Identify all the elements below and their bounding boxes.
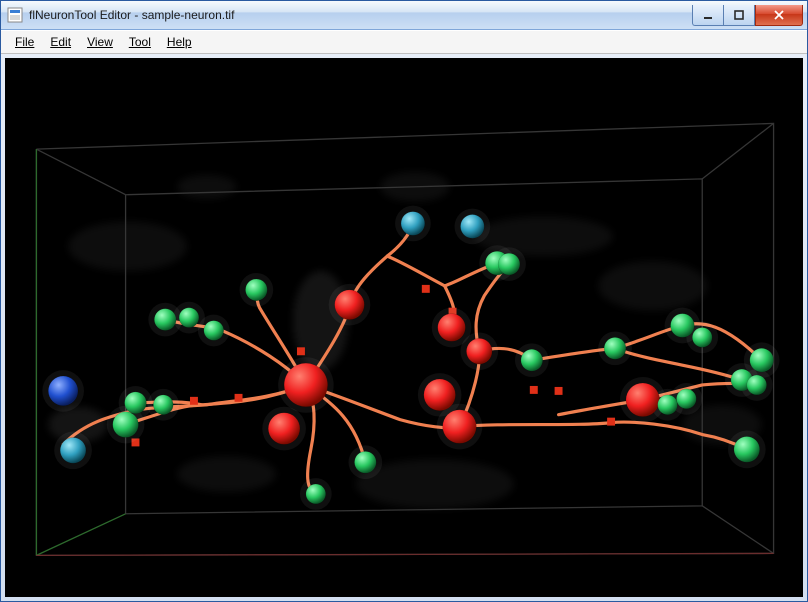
menu-edit[interactable]: Edit — [42, 33, 79, 51]
node-red[interactable] — [443, 410, 477, 444]
node-red[interactable] — [335, 290, 365, 320]
maximize-icon — [733, 9, 745, 21]
node-green[interactable] — [676, 389, 696, 409]
menubar: File Edit View Tool Help — [1, 30, 807, 54]
trace-segment[interactable] — [387, 256, 444, 286]
node-green[interactable] — [750, 348, 774, 372]
window-title: flNeuronTool Editor - sample-neuron.tif — [29, 8, 692, 22]
node-blue[interactable] — [48, 376, 78, 406]
node-red[interactable] — [268, 413, 300, 445]
app-icon — [7, 7, 23, 23]
trace-marker[interactable] — [235, 394, 243, 402]
node-green[interactable] — [113, 412, 139, 438]
trace-marker[interactable] — [190, 397, 198, 405]
node-green[interactable] — [671, 314, 695, 338]
trace-marker[interactable] — [297, 347, 305, 355]
node-red[interactable] — [438, 314, 466, 342]
node-green[interactable] — [306, 484, 326, 504]
trace-marker[interactable] — [555, 387, 563, 395]
node-green[interactable] — [692, 328, 712, 348]
node-green[interactable] — [245, 279, 267, 301]
close-button[interactable] — [755, 5, 803, 26]
menu-view[interactable]: View — [79, 33, 121, 51]
node-red[interactable] — [466, 338, 492, 364]
node-green[interactable] — [179, 308, 199, 328]
node-red[interactable] — [284, 363, 328, 407]
node-cyan[interactable] — [401, 212, 425, 236]
node-red[interactable] — [626, 383, 660, 417]
node-green[interactable] — [734, 436, 760, 462]
close-icon — [772, 9, 786, 21]
node-green[interactable] — [747, 375, 767, 395]
node-green[interactable] — [204, 321, 224, 341]
window-controls — [692, 5, 803, 25]
node-green[interactable] — [154, 309, 176, 331]
node-green[interactable] — [125, 392, 147, 414]
node-green[interactable] — [521, 349, 543, 371]
node-green[interactable] — [354, 451, 376, 473]
minimize-button[interactable] — [692, 5, 723, 26]
3d-viewport[interactable] — [5, 58, 803, 597]
trace-marker[interactable] — [422, 285, 430, 293]
menu-help[interactable]: Help — [159, 33, 200, 51]
titlebar[interactable]: flNeuronTool Editor - sample-neuron.tif — [1, 1, 807, 30]
trace-segment[interactable] — [615, 348, 742, 380]
node-green[interactable] — [498, 253, 520, 275]
menu-tool[interactable]: Tool — [121, 33, 159, 51]
menu-file[interactable]: File — [7, 33, 42, 51]
node-cyan[interactable] — [60, 437, 86, 463]
node-cyan[interactable] — [460, 215, 484, 239]
node-green[interactable] — [604, 337, 626, 359]
node-green[interactable] — [658, 395, 678, 415]
node-red[interactable] — [424, 379, 456, 411]
maximize-button[interactable] — [723, 5, 755, 26]
trace-marker[interactable] — [607, 418, 615, 426]
minimize-icon — [702, 9, 714, 21]
node-green[interactable] — [153, 395, 173, 415]
trace-marker[interactable] — [530, 386, 538, 394]
scene-canvas[interactable] — [5, 58, 803, 597]
app-window: flNeuronTool Editor - sample-neuron.tif … — [0, 0, 808, 602]
